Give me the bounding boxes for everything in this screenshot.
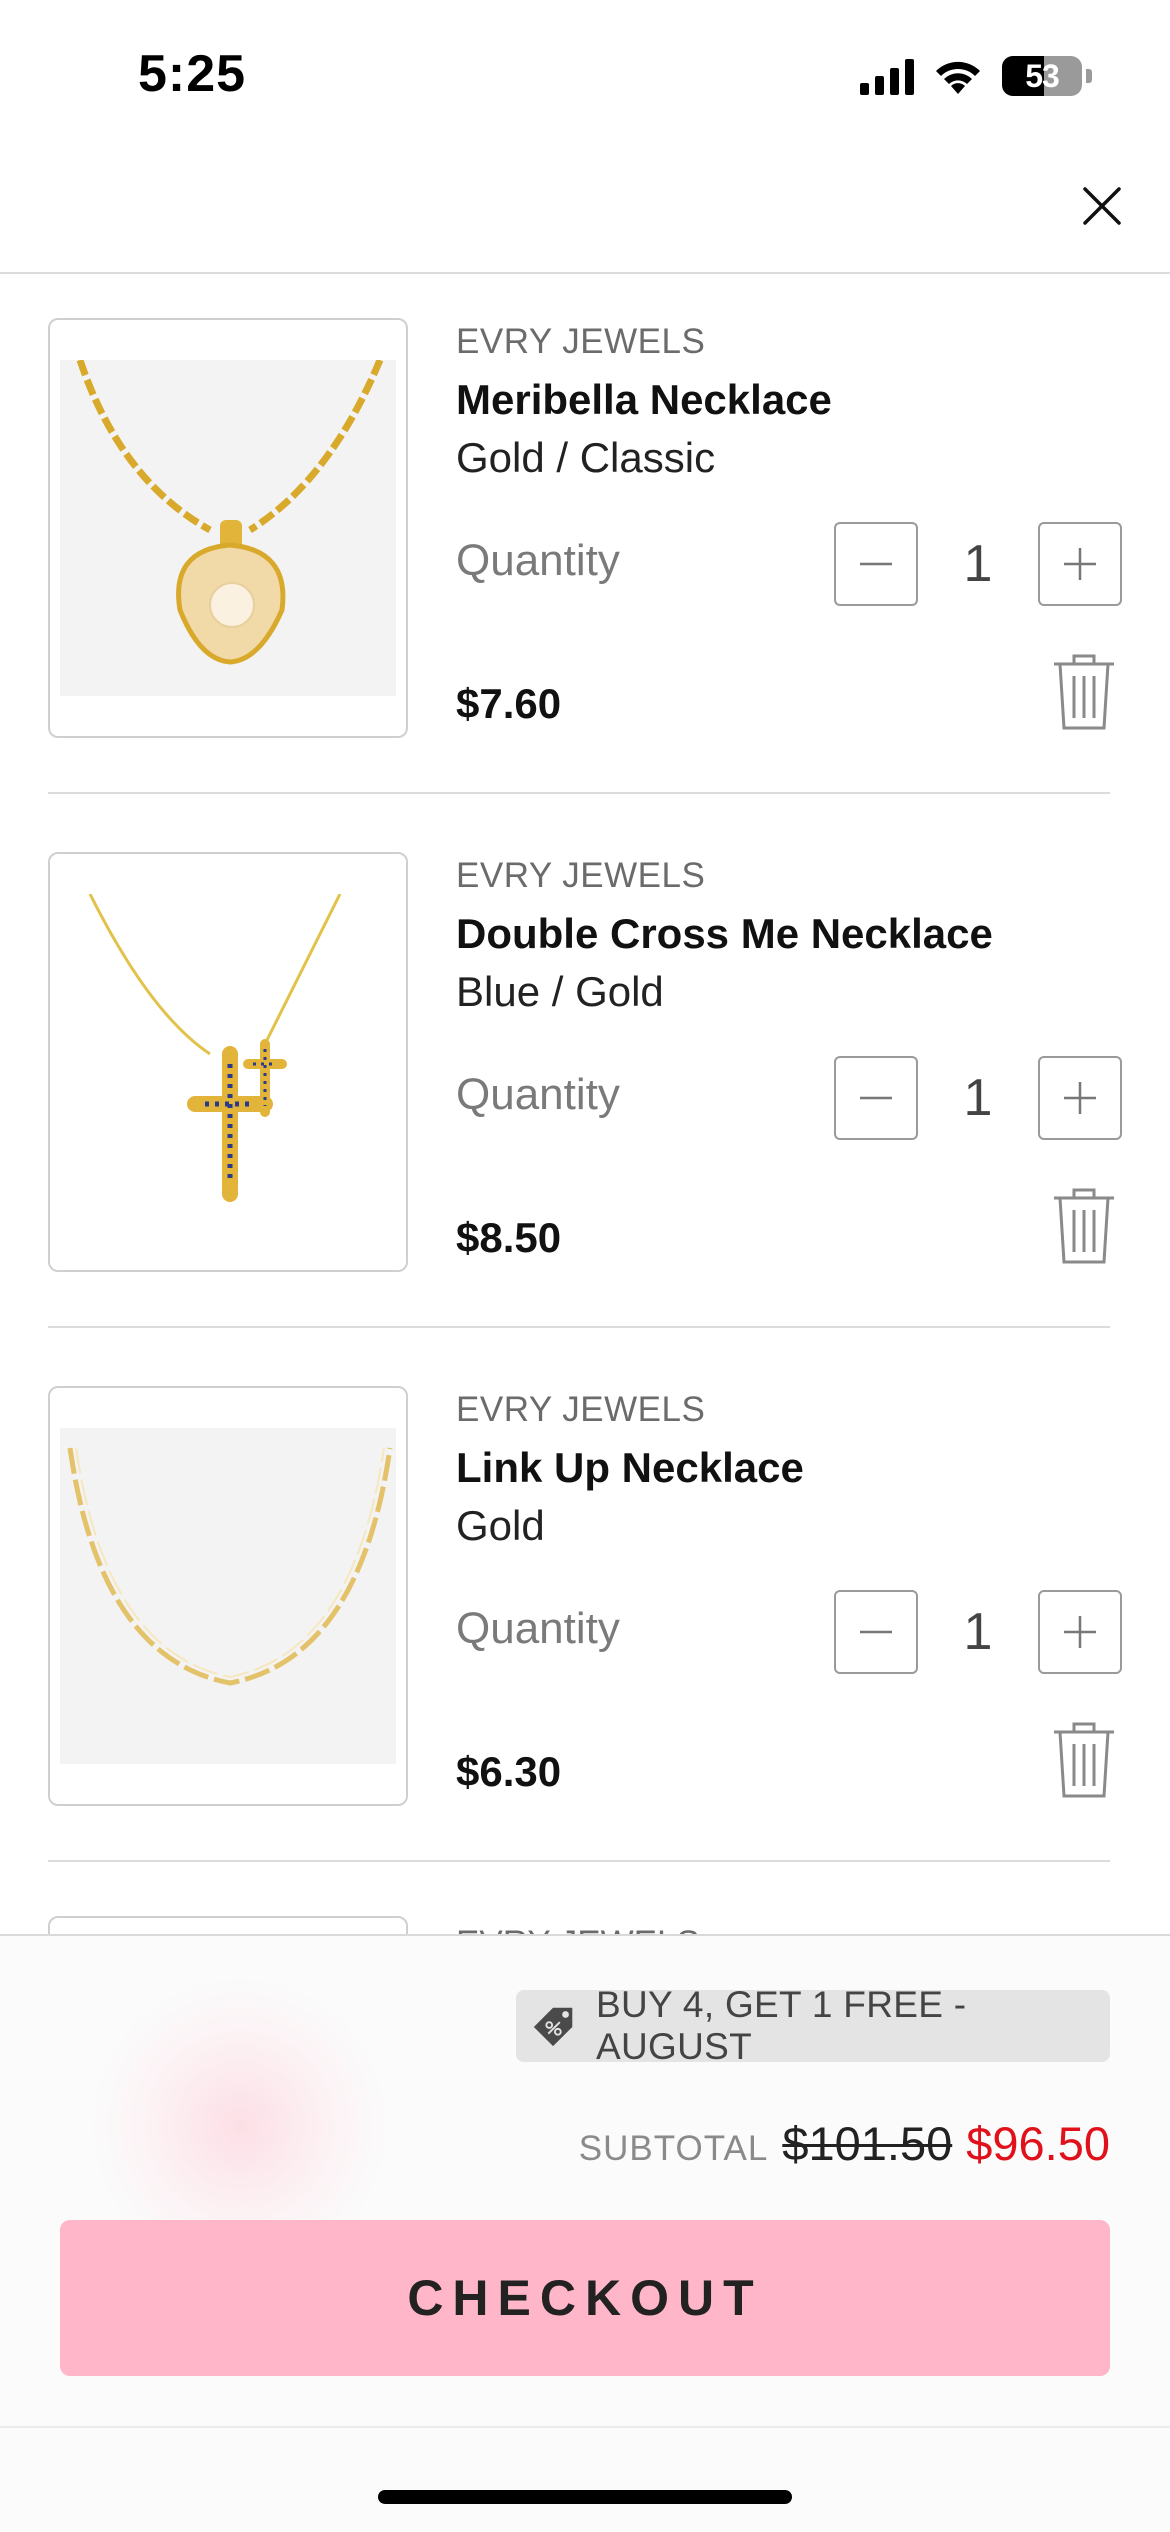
- trash-icon: [1054, 654, 1114, 730]
- quantity-stepper: Quantity 1: [456, 522, 1122, 606]
- status-icons: 53: [860, 54, 1092, 98]
- discount-tag-icon: [533, 2007, 573, 2047]
- quantity-label: Quantity: [456, 1604, 620, 1653]
- promo-badge: BUY 4, GET 1 FREE - AUGUST: [516, 1984, 1110, 2067]
- cart-header: [0, 140, 1170, 274]
- status-bar: 5:25 53: [0, 0, 1170, 140]
- checkout-label: CHECKOUT: [407, 2270, 763, 2326]
- decrease-quantity-button[interactable]: [834, 1590, 918, 1674]
- item-info: EVRY JEWELS Link Up Necklace Gold Quanti…: [456, 1386, 1122, 1826]
- promo-text: BUY 4, GET 1 FREE - AUGUST: [596, 1984, 967, 2067]
- product-image[interactable]: [48, 1386, 408, 1806]
- minus-icon: [860, 1096, 892, 1100]
- cart-item: EVRY JEWELS Meribella Necklace Gold / Cl…: [0, 276, 1170, 810]
- quantity-stepper: Quantity 1: [456, 1056, 1122, 1140]
- increase-quantity-button[interactable]: [1038, 1590, 1122, 1674]
- item-divider: [48, 1326, 1110, 1328]
- item-divider: [48, 1860, 1110, 1862]
- cart-footer: BUY 4, GET 1 FREE - AUGUST SUBTOTAL $101…: [0, 1934, 1170, 2532]
- subtotal: SUBTOTAL $101.50 $96.50: [579, 2116, 1110, 2176]
- product-variant: Gold: [456, 1502, 545, 1549]
- home-indicator[interactable]: [378, 2490, 792, 2504]
- product-brand: EVRY JEWELS: [456, 856, 706, 895]
- increase-quantity-button[interactable]: [1038, 1056, 1122, 1140]
- necklace-drawing: [76, 358, 384, 665]
- quantity-value: 1: [963, 535, 993, 593]
- quantity-label: Quantity: [456, 1070, 620, 1119]
- minus-icon: [860, 1630, 892, 1634]
- subtotal-original-price: $101.50: [782, 2117, 953, 2170]
- battery-cap: [1086, 69, 1092, 83]
- item-divider: [48, 792, 1110, 794]
- plus-icon: [1064, 1616, 1096, 1648]
- remove-item-button[interactable]: [1050, 1186, 1118, 1266]
- necklace-drawing: [67, 1447, 393, 1686]
- quantity-value: 1: [963, 1603, 993, 1661]
- cart-item: EVRY JEWELS Link Up Necklace Gold Quanti…: [0, 1344, 1170, 1878]
- product-image[interactable]: [48, 318, 408, 738]
- remove-item-button[interactable]: [1050, 1720, 1118, 1800]
- double-cross-necklace-image: [60, 893, 396, 1230]
- product-name[interactable]: Meribella Necklace: [456, 376, 1122, 424]
- quantity-value: 1: [963, 1069, 993, 1127]
- minus-icon: [860, 562, 892, 566]
- item-info: EVRY JEWELS Meribella Necklace Gold / Cl…: [456, 318, 1122, 758]
- product-brand: EVRY JEWELS: [456, 1390, 706, 1429]
- product-price: $7.60: [456, 680, 562, 727]
- product-image[interactable]: [48, 852, 408, 1272]
- cellular-signal-icon: [860, 57, 914, 95]
- checkout-button[interactable]: CHECKOUT: [60, 2220, 1110, 2376]
- item-info: EVRY JEWELS Double Cross Me Necklace Blu…: [456, 852, 1122, 1292]
- remove-item-button[interactable]: [1050, 652, 1118, 732]
- cart-item: EVRY JEWELS Double Cross Me Necklace Blu…: [0, 810, 1170, 1344]
- product-name[interactable]: Link Up Necklace: [456, 1444, 1122, 1492]
- wifi-icon: [936, 61, 980, 94]
- quantity-label: Quantity: [456, 536, 620, 585]
- trash-icon: [1054, 1188, 1114, 1264]
- close-button[interactable]: [1074, 178, 1130, 234]
- increase-quantity-button[interactable]: [1038, 522, 1122, 606]
- subtotal-label: SUBTOTAL: [578, 2129, 769, 2168]
- product-brand: EVRY JEWELS: [456, 1924, 700, 1934]
- product-variant: Blue / Gold: [456, 968, 664, 1015]
- decrease-quantity-button[interactable]: [834, 1056, 918, 1140]
- plus-icon: [1064, 1082, 1096, 1114]
- product-price: $8.50: [456, 1214, 562, 1261]
- quantity-stepper: Quantity 1: [456, 1590, 1122, 1674]
- link-chain-necklace-image: [60, 1428, 396, 1764]
- status-time: 5:25: [138, 45, 247, 103]
- product-image[interactable]: [48, 1916, 408, 1934]
- necklace-drawing: [88, 893, 342, 1202]
- decrease-quantity-button[interactable]: [834, 522, 918, 606]
- product-variant: Gold / Classic: [456, 434, 716, 481]
- plus-icon: [1064, 548, 1096, 580]
- footer-divider: [0, 2426, 1170, 2428]
- subtotal-discounted-price: $96.50: [966, 2117, 1110, 2170]
- battery-icon: 53: [1002, 56, 1082, 96]
- product-price: $6.30: [456, 1748, 562, 1795]
- battery-percent: 53: [1025, 58, 1060, 94]
- pearl-shell-necklace-image: [60, 358, 396, 696]
- product-name[interactable]: Double Cross Me Necklace: [456, 910, 1122, 958]
- trash-icon: [1054, 1722, 1114, 1798]
- product-brand: EVRY JEWELS: [456, 322, 706, 361]
- close-icon: [1083, 187, 1121, 225]
- cart-item-list[interactable]: EVRY JEWELS Meribella Necklace Gold / Cl…: [0, 276, 1170, 1934]
